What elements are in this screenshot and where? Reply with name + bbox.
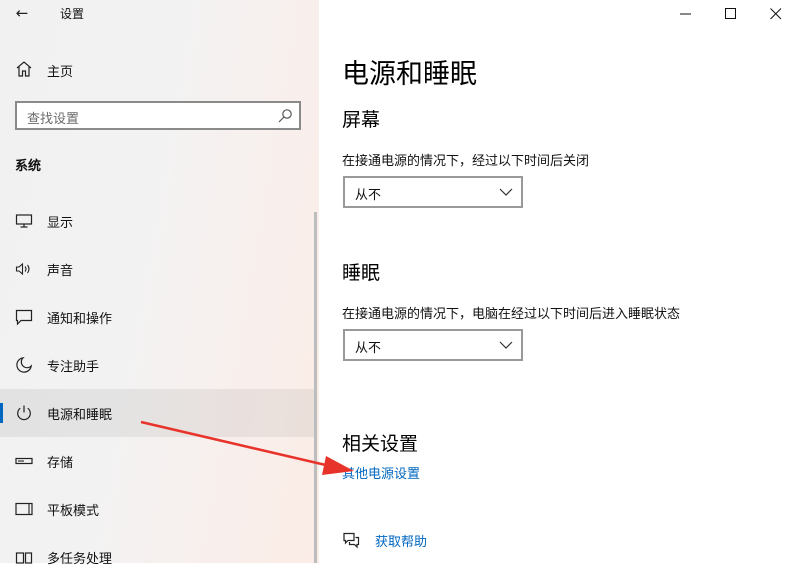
sidebar-item-storage[interactable]: 存储 <box>0 437 317 485</box>
sidebar-item-label: 通知和操作 <box>47 312 113 327</box>
close-button[interactable] <box>753 0 793 28</box>
multitask-icon <box>15 552 33 564</box>
message-icon <box>15 309 33 326</box>
dropdown-value: 从不 <box>355 188 382 203</box>
sidebar-item-power-sleep[interactable]: 电源和睡眠 <box>0 389 317 437</box>
speaker-icon <box>15 262 30 276</box>
sidebar-item-label: 显示 <box>47 216 74 231</box>
screen-timeout-dropdown[interactable]: 从不 <box>343 176 523 208</box>
sidebar-item-label: 存储 <box>47 456 74 471</box>
sleep-heading: 睡眠 <box>342 262 381 284</box>
sidebar-item-focus-assist[interactable]: 专注助手 <box>0 341 317 389</box>
window-title: 设置 <box>60 7 85 21</box>
power-icon <box>17 405 31 421</box>
section-heading-system: 系统 <box>15 159 42 174</box>
storage-icon <box>15 457 33 465</box>
dropdown-value: 从不 <box>355 341 382 356</box>
back-button[interactable]: ← <box>10 3 34 23</box>
sidebar-item-home[interactable]: 主页 <box>0 58 319 82</box>
monitor-icon <box>15 214 33 228</box>
page-title: 电源和睡眠 <box>342 59 477 90</box>
home-icon <box>16 61 32 77</box>
additional-power-settings-link[interactable]: 其他电源设置 <box>342 463 420 482</box>
sidebar-item-multitasking[interactable]: 多任务处理 <box>0 533 317 581</box>
sidebar-item-tablet-mode[interactable]: 平板模式 <box>0 485 317 533</box>
minimize-icon <box>680 13 691 15</box>
active-indicator <box>0 403 3 423</box>
back-arrow-icon: ← <box>15 4 29 22</box>
search-icon[interactable] <box>277 108 293 124</box>
chevron-down-icon <box>499 341 513 349</box>
close-icon <box>770 8 782 20</box>
sidebar-item-label: 专注助手 <box>47 360 100 375</box>
sidebar: ← 设置 主页 查找设置 系统 显示 声音 通知和操作 专注助手 电源和睡眠 存… <box>0 0 319 567</box>
sidebar-scrollbar[interactable] <box>314 212 317 563</box>
sleep-timeout-dropdown[interactable]: 从不 <box>343 329 523 361</box>
related-settings-heading: 相关设置 <box>342 433 419 455</box>
get-help-link[interactable]: 获取帮助 <box>375 531 427 550</box>
chevron-down-icon <box>499 188 513 196</box>
sidebar-item-label: 多任务处理 <box>47 552 113 567</box>
help-chat-icon <box>343 532 360 549</box>
screen-heading: 屏幕 <box>342 109 381 131</box>
sidebar-item-label: 声音 <box>47 264 74 279</box>
sleep-description: 在接通电源的情况下，电脑在经过以下时间后进入睡眠状态 <box>342 307 681 322</box>
sidebar-item-label: 电源和睡眠 <box>47 408 113 423</box>
search-input[interactable]: 查找设置 <box>15 101 301 130</box>
sidebar-item-display[interactable]: 显示 <box>0 197 317 245</box>
main-content: 电源和睡眠 屏幕 在接通电源的情况下，经过以下时间后关闭 从不 睡眠 在接通电源… <box>319 0 793 563</box>
minimize-button[interactable] <box>663 0 709 28</box>
maximize-button[interactable] <box>708 0 754 28</box>
search-placeholder: 查找设置 <box>27 112 80 127</box>
sidebar-item-label: 平板模式 <box>47 504 100 519</box>
tablet-icon <box>15 502 33 516</box>
screen-description: 在接通电源的情况下，经过以下时间后关闭 <box>342 154 590 169</box>
moon-icon <box>16 356 33 373</box>
sidebar-item-label: 主页 <box>47 65 74 80</box>
sidebar-item-notifications[interactable]: 通知和操作 <box>0 293 317 341</box>
maximize-icon <box>725 8 736 19</box>
sidebar-item-sound[interactable]: 声音 <box>0 245 317 293</box>
